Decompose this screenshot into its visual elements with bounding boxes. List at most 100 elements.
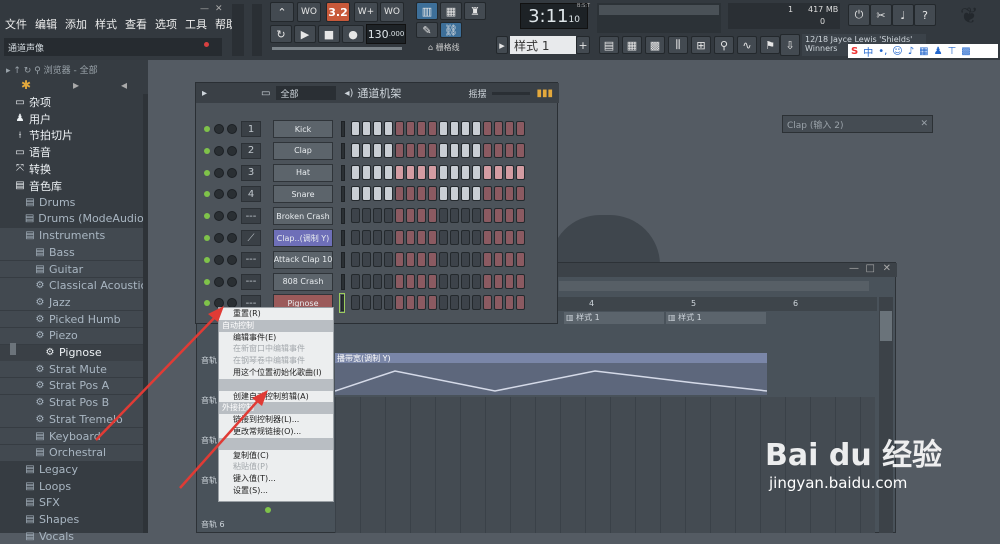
channel-mixer-link-icon[interactable]: ⟋ [241,230,261,246]
menu-options[interactable]: 选项 [154,16,178,32]
context-menu-item[interactable]: 复制值(C) [219,450,333,462]
step-button[interactable] [417,230,426,245]
step-button[interactable] [505,251,514,267]
step-button[interactable] [505,186,514,202]
browser-item[interactable]: ▤ Keyboard [0,428,148,444]
channel-rack-icon[interactable]: ▩ [645,36,665,54]
pattern-clip[interactable]: ▥ 样式 1 [564,312,664,324]
browser-icon[interactable]: ⊞ [691,36,711,54]
step-button[interactable] [472,273,481,289]
browser-item[interactable]: ▤ Orchestral [0,444,148,461]
add-pattern-button[interactable]: + [576,36,590,54]
rack-filter-select[interactable]: 全部 [276,86,337,100]
step-button[interactable] [417,142,426,158]
step-button[interactable] [494,208,503,224]
step-button[interactable] [406,273,415,289]
channel-pan-knob[interactable] [214,167,224,178]
browser-item[interactable]: ⚙ Strat Pos A [0,377,148,394]
step-button[interactable] [461,164,470,180]
channel-volume-knob[interactable] [227,145,237,156]
step-button[interactable] [461,273,470,289]
channel-name-button[interactable]: Hat [273,163,333,182]
browser-item[interactable]: ▭ 语音 [0,144,148,160]
pattern-selector[interactable]: 样式 1 [510,36,576,54]
step-button[interactable] [373,142,382,158]
rack-menu-arrow-icon[interactable]: ▸ [202,88,207,99]
step-button[interactable] [351,121,360,136]
step-button[interactable] [351,251,360,267]
step-button[interactable] [494,121,503,136]
channel-name-button[interactable]: Snare [273,185,333,204]
step-button[interactable] [483,208,492,224]
step-button[interactable] [516,251,525,267]
channel-mixer-track[interactable]: 4 [241,186,261,203]
master-pitch-slider[interactable] [252,4,262,56]
step-button[interactable] [395,142,404,158]
browser-item[interactable]: ▤ Guitar [0,261,148,277]
position-slider[interactable] [272,47,402,50]
channel-mute-led[interactable] [204,256,210,263]
step-button[interactable] [428,142,437,158]
pattern-clip[interactable]: ▥ 样式 1 [666,312,766,324]
channel-volume-knob[interactable] [227,211,237,222]
step-button[interactable] [384,164,393,180]
step-button[interactable] [362,164,371,180]
step-button[interactable] [362,121,371,136]
browser-item[interactable]: ▤ Drums (ModeAudio) [0,211,148,227]
step-button[interactable] [351,295,360,311]
browser-item[interactable]: ⚙ Piezo [0,327,148,344]
step-button[interactable] [395,208,404,224]
tempo-tap-icon[interactable]: ⚑ [760,36,780,54]
step-button[interactable] [483,121,492,136]
channel-pan-knob[interactable] [214,189,224,200]
step-button[interactable] [373,121,382,136]
channel-volume-knob[interactable] [227,189,237,200]
step-button[interactable] [516,295,525,311]
browser-item[interactable]: ▤ Drums [0,194,148,210]
maximize-icon[interactable]: □ [866,263,875,274]
step-button[interactable] [384,295,393,311]
channel-mute-led[interactable] [204,235,210,241]
step-button[interactable] [362,273,371,289]
step-button[interactable] [505,230,514,245]
sort-icon[interactable]: ▸ [73,78,79,92]
menu-view[interactable]: 查看 [124,16,148,32]
scroll-thumb[interactable] [880,311,892,341]
wait-button[interactable]: WO [297,2,321,22]
automation-clip[interactable]: 播带宽(调制 Y) [335,353,767,395]
metronome-button[interactable]: ⌃ [270,2,294,22]
browser-item[interactable]: ▤ SFX [0,495,148,511]
step-button[interactable] [505,208,514,224]
channel-mute-led[interactable] [204,278,210,285]
step-button[interactable] [472,251,481,267]
channel-mixer-track[interactable]: 3 [241,164,261,181]
step-button[interactable] [362,251,371,267]
wave-icon[interactable]: ∿ [737,36,757,54]
step-button[interactable] [494,142,503,158]
channel-select-bar[interactable] [341,121,345,137]
context-menu-item[interactable]: 设置(S)... [219,485,333,497]
step-button[interactable] [472,164,481,180]
step-button[interactable] [417,251,426,267]
step-button[interactable] [439,230,448,245]
minimize-icon[interactable]: — [200,4,209,14]
step-button[interactable] [483,164,492,180]
channel-volume-knob[interactable] [227,233,237,243]
step-button[interactable] [461,230,470,245]
step-button[interactable] [472,295,481,311]
record-icon[interactable]: ● [342,25,364,43]
step-button[interactable] [472,208,481,224]
step-button[interactable] [483,273,492,289]
step-button[interactable] [417,273,426,289]
step-button[interactable] [406,164,415,180]
step-button[interactable] [351,186,360,202]
step-button[interactable] [461,121,470,136]
help-icon[interactable]: ? [914,4,936,26]
step-button[interactable] [494,186,503,202]
link-icon[interactable]: ⛓ [440,22,462,38]
browser-item[interactable]: ▤ Loops [0,478,148,494]
step-button[interactable] [417,208,426,224]
step-button[interactable] [450,121,459,136]
step-button[interactable] [395,121,404,136]
step-button[interactable] [362,230,371,245]
